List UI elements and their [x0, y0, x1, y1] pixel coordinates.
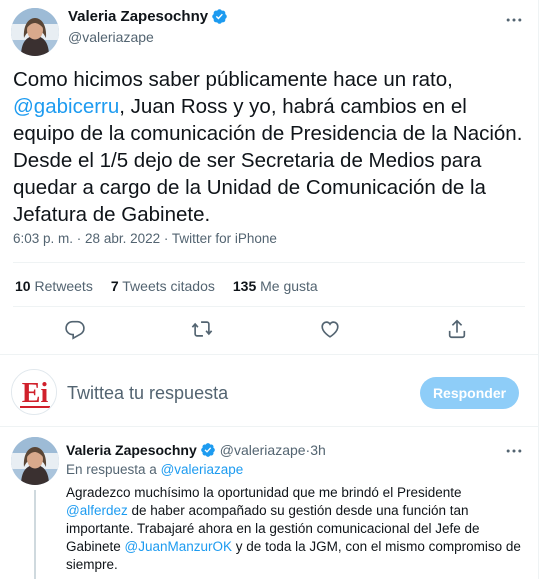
logo-text: Ei: [22, 378, 49, 409]
retweets-stat[interactable]: 10 Retweets: [15, 278, 93, 294]
mention-link[interactable]: @alferdez: [66, 503, 128, 518]
likes-count: 135: [232, 278, 257, 294]
like-icon[interactable]: [319, 318, 341, 340]
divider: [0, 354, 538, 355]
ei-logo-icon: Ei: [12, 370, 56, 414]
author-photo-icon: [11, 8, 59, 56]
divider: [13, 306, 525, 307]
quote-tweets-stat[interactable]: 7 Tweets citados: [111, 278, 215, 294]
tweet-meta: 6:03 p. m. · 28 abr. 2022 · Twitter for …: [13, 231, 277, 246]
reply-input[interactable]: Twittea tu respuesta: [67, 383, 228, 404]
retweets-count: 10: [15, 278, 31, 294]
share-icon[interactable]: [446, 318, 468, 340]
tweet-stats: 10 Retweets 7 Tweets citados 135 Me gust…: [15, 278, 336, 294]
likes-stat[interactable]: 135 Me gusta: [233, 278, 318, 294]
reply-time[interactable]: 3h: [310, 442, 326, 458]
reply-author-avatar[interactable]: [11, 437, 59, 485]
tweet-date[interactable]: 28 abr. 2022: [85, 231, 160, 246]
author-avatar[interactable]: [11, 8, 59, 56]
tweet-time[interactable]: 6:03 p. m.: [13, 231, 73, 246]
retweet-icon[interactable]: [191, 318, 213, 340]
author-photo-icon: [11, 437, 59, 485]
reply-icon[interactable]: [64, 318, 86, 340]
reply-author-name[interactable]: Valeria Zapesochny: [66, 442, 197, 458]
tweet-header: Valeria Zapesochny @valeriazape: [0, 0, 538, 60]
more-icon[interactable]: [504, 10, 524, 30]
retweets-label: Retweets: [30, 278, 93, 294]
meta-separator: ·: [160, 231, 172, 246]
reply-author-handle[interactable]: @valeriazape: [220, 442, 306, 458]
likes-label: Me gusta: [256, 278, 318, 294]
quotes-count: 7: [110, 278, 119, 294]
in-reply-prefix: En respuesta a: [66, 462, 161, 477]
tweet-text-part: Como hicimos saber públicamente hace un …: [13, 68, 453, 91]
author-name-row: Valeria Zapesochny: [68, 8, 228, 25]
mention-link[interactable]: @gabicerru: [13, 95, 119, 118]
reply-button[interactable]: Responder: [420, 377, 519, 409]
meta-separator: ·: [73, 231, 86, 246]
tweet-actions: [0, 318, 539, 344]
divider: [0, 426, 538, 427]
more-icon[interactable]: [504, 441, 524, 461]
author-handle[interactable]: @valeriazape: [68, 29, 154, 45]
reply-text-part: Agradezco muchísimo la oportunidad que m…: [66, 485, 462, 500]
divider: [13, 262, 525, 263]
tweet-detail-page: Valeria Zapesochny @valeriazape Como hic…: [0, 0, 539, 579]
author-name[interactable]: Valeria Zapesochny: [68, 8, 208, 25]
reply-header: Valeria Zapesochny @valeriazape · 3h: [66, 442, 326, 458]
thread-line: [34, 490, 36, 579]
verified-badge-icon: [200, 443, 215, 457]
tweet-text: Como hicimos saber públicamente hace un …: [13, 66, 523, 228]
reply-text: Agradezco muchísimo la oportunidad que m…: [66, 484, 526, 574]
in-reply-to: En respuesta a @valeriazape: [66, 462, 243, 477]
tweet-source[interactable]: Twitter for iPhone: [172, 231, 277, 246]
current-user-avatar[interactable]: Ei: [11, 369, 57, 415]
verified-badge-icon: [212, 9, 227, 24]
mention-link[interactable]: @JuanManzurOK: [125, 539, 233, 554]
in-reply-handle[interactable]: @valeriazape: [161, 462, 244, 477]
quotes-label: Tweets citados: [118, 278, 215, 294]
